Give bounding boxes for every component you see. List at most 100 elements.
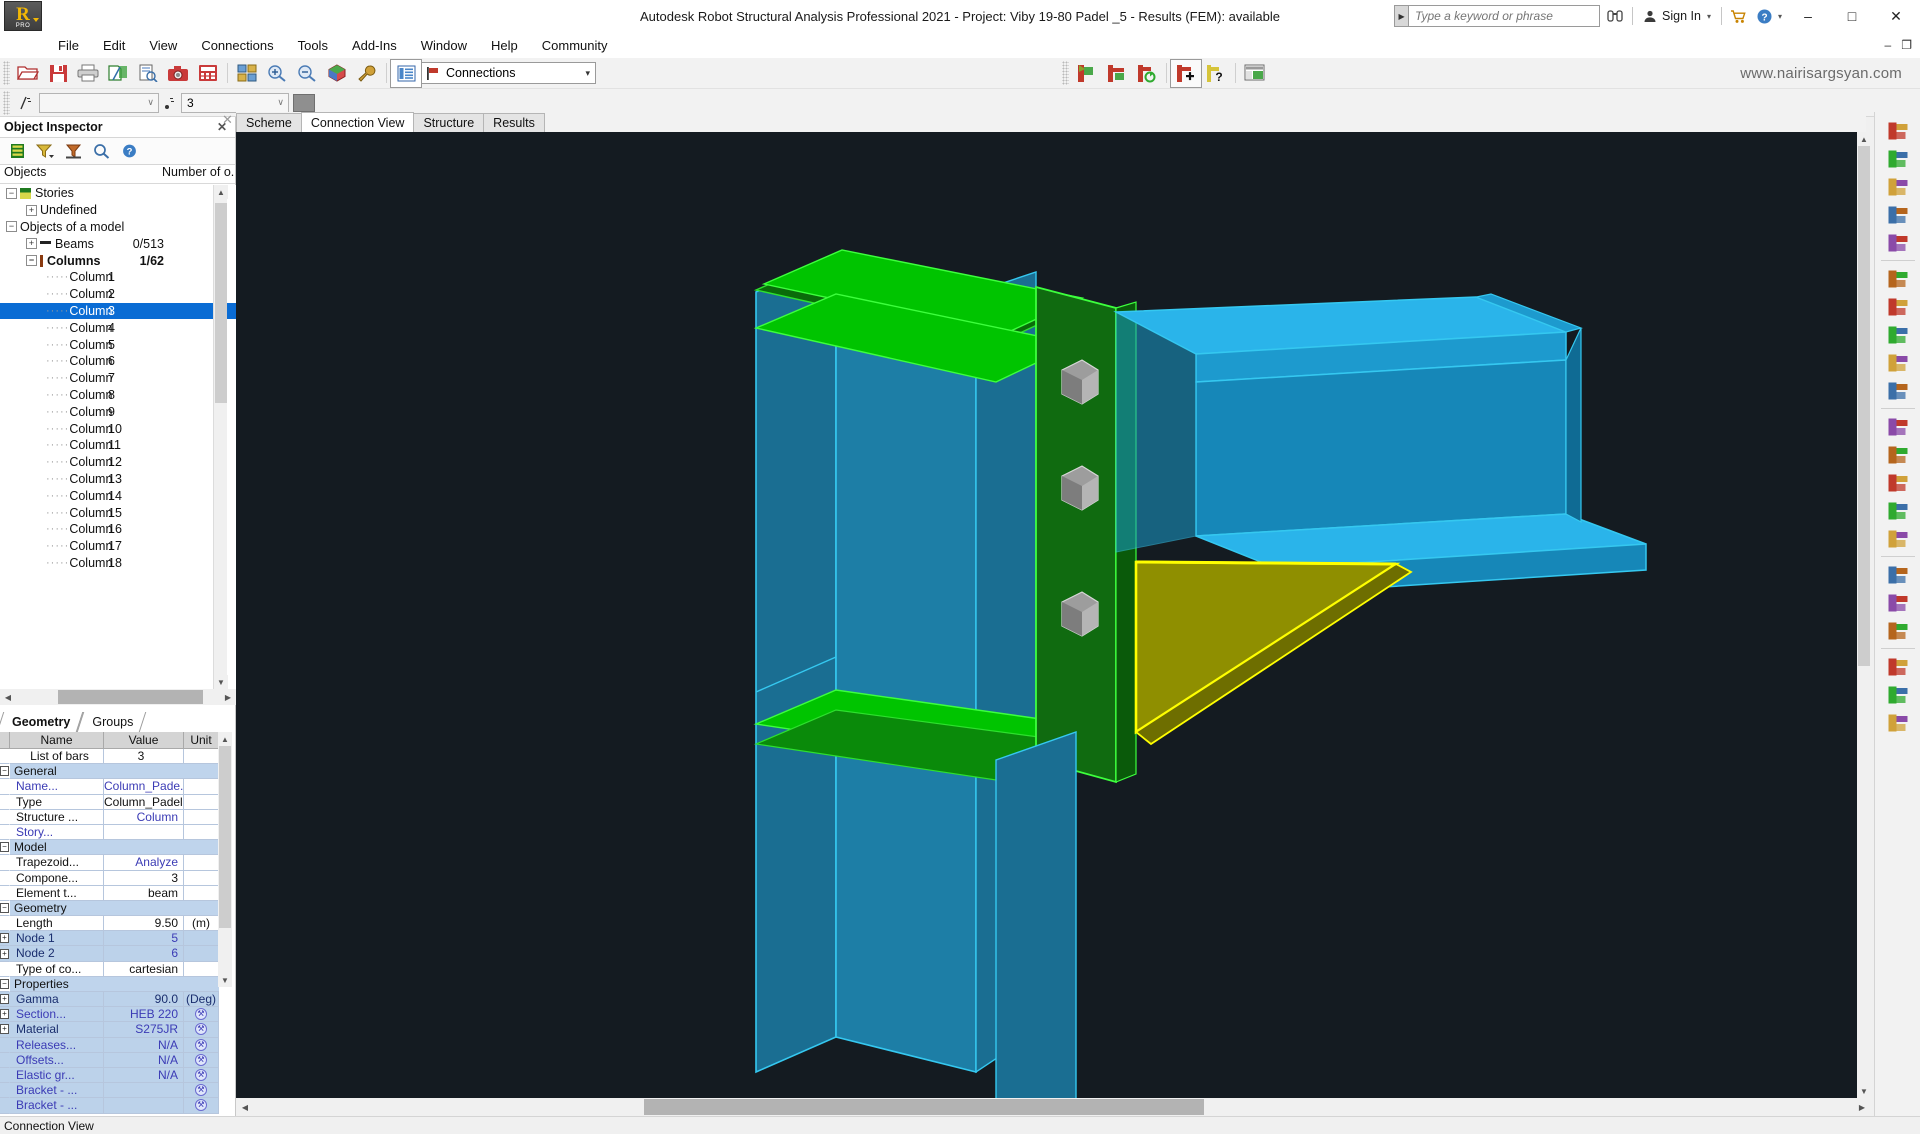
property-group-row[interactable]: − Properties [0, 976, 225, 992]
add-connection-icon[interactable] [1169, 58, 1202, 88]
property-row[interactable]: Compone... 3 [0, 870, 225, 886]
view-3d-icon[interactable] [322, 60, 352, 87]
scroll-down-arrow-icon[interactable]: ▼ [214, 675, 228, 689]
collapse-icon[interactable]: − [0, 766, 9, 777]
collapse-icon[interactable]: − [0, 902, 9, 913]
zoom-out-icon[interactable] [292, 60, 322, 87]
property-value[interactable]: S275JR [104, 1022, 184, 1038]
scroll-up-arrow-icon[interactable]: ▲ [1857, 132, 1871, 146]
minimize-window-button[interactable]: – [1786, 1, 1830, 31]
tree-item[interactable]: ····· Column 4 [0, 319, 236, 336]
property-row[interactable]: + Material S275JR ⚒ [0, 1022, 225, 1038]
object-tree-vertical-scrollbar[interactable]: ▲ ▼ [213, 185, 228, 689]
sign-in-button[interactable]: Sign In [1637, 9, 1707, 23]
print-view-icon[interactable] [1878, 709, 1918, 736]
collapse-icon[interactable]: − [0, 842, 9, 853]
property-value[interactable]: cartesian [104, 961, 184, 977]
rotate-icon[interactable] [1878, 681, 1918, 708]
calculations-icon[interactable] [193, 60, 223, 87]
screen-capture-icon[interactable] [163, 60, 193, 87]
scroll-up-arrow-icon[interactable]: ▲ [214, 185, 228, 199]
property-row[interactable]: + Section... HEB 220 ⚒ [0, 1007, 225, 1023]
property-value[interactable]: 90.0 [104, 992, 184, 1008]
group-expander[interactable]: − [0, 840, 10, 856]
supports-display-icon[interactable] [1878, 349, 1918, 376]
render-shaded-icon[interactable] [1878, 265, 1918, 292]
welds-display-icon[interactable] [1878, 441, 1918, 468]
menu-item-file[interactable]: File [46, 35, 91, 56]
scrollbar-thumb[interactable] [58, 690, 203, 704]
property-value[interactable] [104, 824, 184, 841]
scroll-left-arrow-icon[interactable]: ◀ [0, 689, 16, 705]
property-row[interactable]: Offsets... N/A ⚒ [0, 1052, 225, 1068]
menu-item-tools[interactable]: Tools [286, 35, 340, 56]
filter-clear-icon[interactable] [60, 139, 86, 163]
tree-item[interactable]: − Stories [0, 185, 236, 202]
tab-scheme[interactable]: Scheme [236, 113, 302, 132]
page-setup-icon[interactable] [133, 60, 163, 87]
property-row-gutter[interactable]: + [0, 992, 10, 1008]
scroll-left-arrow-icon[interactable]: ◀ [236, 1098, 254, 1116]
tree-item[interactable]: ····· Column 7 [0, 370, 236, 387]
viewport-close-icon[interactable]: ✕ [222, 112, 233, 128]
tree-item[interactable]: ····· Column 8 [0, 387, 236, 404]
connection-table-icon[interactable] [1240, 60, 1270, 87]
property-edit-button[interactable]: ⚒ [195, 1038, 207, 1051]
help-icon[interactable]: ? [116, 139, 142, 163]
scroll-down-arrow-icon[interactable]: ▼ [218, 973, 232, 987]
print-icon[interactable] [73, 60, 103, 87]
mdi-restore-button[interactable]: ❐ [1901, 38, 1912, 52]
save-icon[interactable] [43, 60, 73, 87]
bolts-display-icon[interactable] [1878, 413, 1918, 440]
menu-item-window[interactable]: Window [409, 35, 479, 56]
property-row[interactable]: + Gamma 90.0 (Deg) [0, 992, 225, 1008]
tree-item[interactable]: ····· Column 16 [0, 521, 236, 538]
new-connection-icon[interactable] [1072, 60, 1102, 87]
menu-item-add-ins[interactable]: Add-Ins [340, 35, 409, 56]
property-row[interactable]: Bracket - ... ⚒ [0, 1083, 225, 1099]
property-edit-button[interactable]: ⚒ [195, 1053, 207, 1066]
labels-display-icon[interactable] [1878, 561, 1918, 588]
object-inspector-icon[interactable] [390, 58, 422, 88]
tree-item[interactable]: − Columns 1/62 [0, 252, 236, 269]
zoom-previous-icon[interactable] [1878, 617, 1918, 644]
scrollbar-thumb[interactable] [215, 203, 227, 403]
property-row[interactable]: Type of co... cartesian [0, 961, 225, 977]
scroll-right-arrow-icon[interactable]: ▶ [1853, 1098, 1871, 1116]
chevron-down-icon[interactable]: ∨ [277, 97, 284, 108]
tree-item[interactable]: ····· Column 15 [0, 504, 236, 521]
collapse-icon[interactable]: − [0, 978, 9, 989]
maximize-window-button[interactable]: □ [1830, 1, 1874, 31]
property-value[interactable]: 3 [104, 870, 184, 886]
node-selection-icon[interactable] [159, 95, 181, 111]
tree-item[interactable]: + Undefined [0, 202, 236, 219]
property-row[interactable]: Elastic gr... N/A ⚒ [0, 1067, 225, 1084]
view-3d-icon[interactable] [1878, 201, 1918, 228]
tree-item[interactable]: ····· Column 11 [0, 437, 236, 454]
close-window-button[interactable]: ✕ [1874, 1, 1918, 31]
tree-item[interactable]: ····· Column 10 [0, 420, 236, 437]
group-expander[interactable]: − [0, 977, 10, 992]
property-value[interactable]: Analyze [104, 855, 184, 871]
node-selection-combo[interactable]: 3 ∨ [181, 92, 289, 113]
toolbar-grip[interactable] [3, 61, 10, 85]
view-front-icon[interactable] [1878, 145, 1918, 172]
property-value[interactable]: 3 [104, 749, 184, 765]
loads-display-icon[interactable] [1878, 377, 1918, 404]
scrollbar-thumb[interactable] [1858, 146, 1870, 666]
connection-refresh-icon[interactable] [1132, 60, 1162, 87]
property-row[interactable]: List of bars 3 [0, 749, 225, 765]
pan-icon[interactable] [1878, 653, 1918, 680]
results-map-icon[interactable] [1878, 525, 1918, 552]
tree-item[interactable]: ····· Column 18 [0, 555, 236, 572]
property-row-gutter[interactable]: + [0, 1007, 10, 1023]
filter-icon[interactable] [32, 139, 58, 163]
property-edit-button[interactable]: ⚒ [195, 1084, 207, 1097]
toolbar-grip[interactable] [1061, 61, 1069, 85]
binoculars-search-icon[interactable] [1602, 3, 1628, 29]
menu-item-edit[interactable]: Edit [91, 35, 137, 56]
bar-selection-icon[interactable] [13, 95, 39, 111]
display-icon[interactable] [232, 60, 262, 87]
shopping-cart-icon[interactable] [1726, 3, 1752, 29]
tree-item[interactable]: ····· Column 2 [0, 286, 236, 303]
